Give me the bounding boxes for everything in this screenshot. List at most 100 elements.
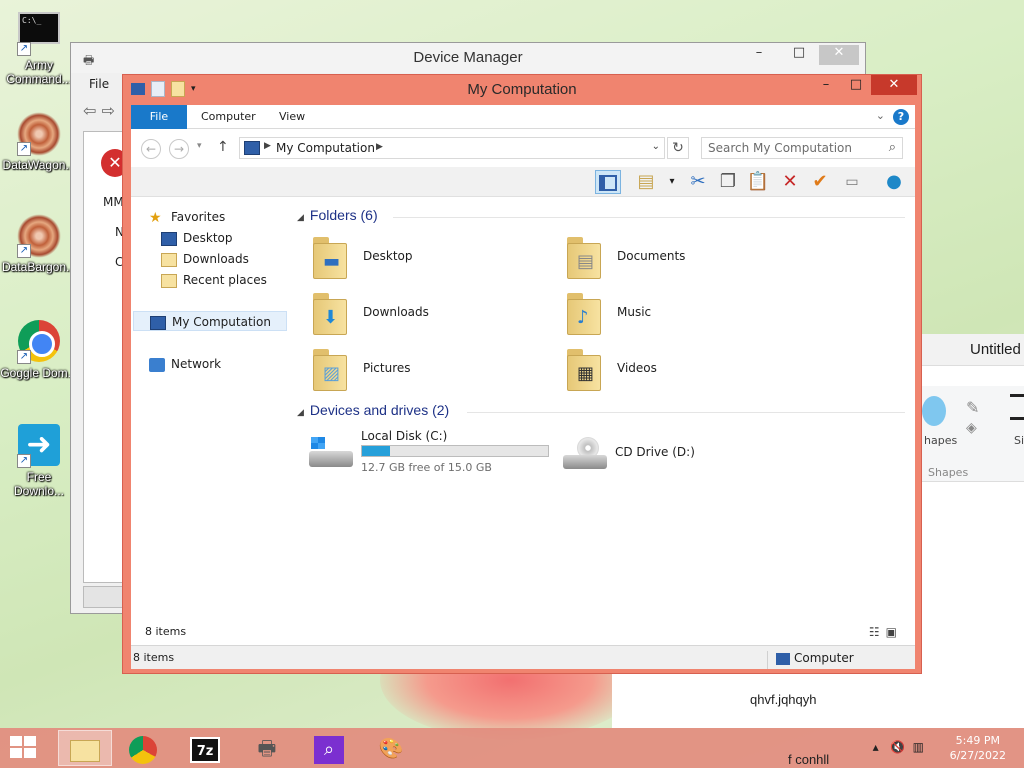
- tab-file[interactable]: File: [131, 105, 187, 129]
- show-hidden-icons[interactable]: ▴: [873, 740, 879, 754]
- tab-view[interactable]: View: [267, 105, 317, 129]
- folder-documents[interactable]: ▤ Documents: [563, 231, 803, 285]
- size-button-label[interactable]: Size: [1014, 434, 1024, 447]
- recent-places-icon: [161, 273, 177, 288]
- chevron-down-icon[interactable]: ⌄: [652, 141, 660, 152]
- fill-icon[interactable]: ◈: [966, 420, 977, 436]
- nav-item-recent-places[interactable]: Recent places: [161, 270, 267, 290]
- shortcut-arrow-icon: ↗: [17, 454, 31, 468]
- system-tray: ▴ 🔇 ▥: [873, 740, 924, 754]
- recent-locations-icon[interactable]: ▾: [197, 141, 202, 151]
- address-row: ← → ▾ ↑ ▶ My Computation ▶ ⌄ ↻ ⌕: [131, 129, 915, 167]
- tray-text: f conhll: [788, 752, 830, 767]
- desktop-icon-label: Goggle Dom...: [0, 366, 78, 380]
- desktop-icon-command[interactable]: C:\_ ↗ Army Command...: [0, 12, 78, 86]
- computer-icon: [244, 141, 260, 155]
- cut-icon[interactable]: ✂: [685, 170, 711, 194]
- command-toolbar: ▤ ▾ ✂ ❐ 📋 ✕ ✔ ▭ ●: [131, 167, 915, 197]
- start-button[interactable]: [10, 736, 38, 760]
- nav-item-network[interactable]: Network: [149, 354, 221, 374]
- drive-cd-d[interactable]: CD Drive (D:): [563, 429, 763, 481]
- folder-icon: ▦: [563, 345, 603, 391]
- computer-icon: [776, 652, 790, 665]
- shapes-button-label[interactable]: hapes: [924, 434, 957, 447]
- folder-icon: ⬇: [309, 289, 349, 335]
- command-prompt-icon: C:\_ ↗: [17, 12, 61, 56]
- folder-videos[interactable]: ▦ Videos: [563, 343, 803, 397]
- delete-icon[interactable]: ✕: [777, 170, 803, 194]
- folder-icon: ▨: [309, 345, 349, 391]
- paste-icon[interactable]: 📋: [745, 170, 771, 194]
- status-zone: Computer: [767, 651, 854, 669]
- checkmark-icon[interactable]: ✔: [807, 170, 833, 194]
- desktop-icon-chrome[interactable]: ↗ Goggle Dom...: [0, 320, 78, 380]
- globe-icon[interactable]: ●: [881, 170, 907, 194]
- search-box[interactable]: ⌕: [701, 137, 903, 159]
- collapse-icon[interactable]: ◢: [297, 407, 304, 417]
- speaker-muted-icon[interactable]: 🔇: [890, 740, 905, 754]
- folder-options-icon[interactable]: ▤: [633, 170, 659, 194]
- taskbar-device-manager[interactable]: 🖶: [240, 730, 294, 766]
- back-forward-icons[interactable]: ⇦ ⇨: [83, 101, 115, 120]
- minimize-button[interactable]: –: [739, 45, 779, 65]
- search-input[interactable]: [702, 138, 878, 158]
- folder-music[interactable]: ♪ Music: [563, 287, 803, 341]
- devices-group-header[interactable]: ◢ Devices and drives (2): [297, 402, 449, 418]
- breadcrumb-separator-icon[interactable]: ▶: [376, 142, 383, 152]
- explorer-window[interactable]: ▾ My Computation – □ ✕ File Computer Vie…: [122, 74, 922, 674]
- search-icon[interactable]: ⌕: [889, 140, 896, 155]
- close-button[interactable]: ✕: [871, 75, 917, 95]
- magnifier-icon: ⌕: [314, 735, 344, 764]
- nav-item-label: Favorites: [171, 210, 226, 224]
- back-button[interactable]: ←: [141, 139, 161, 159]
- tab-computer[interactable]: Computer: [189, 105, 268, 129]
- up-button[interactable]: ↑: [217, 139, 229, 155]
- taskbar-file-explorer[interactable]: [58, 730, 112, 766]
- view-toggle-icons[interactable]: ☷▣: [869, 625, 903, 639]
- device-manager-icon: 🖶: [257, 736, 277, 760]
- drive-local-disk-c[interactable]: Local Disk (C:) 12.7 GB free of 15.0 GB: [309, 429, 559, 481]
- address-bar[interactable]: ▶ My Computation ▶ ⌄: [239, 137, 665, 159]
- desktop-icon-databargon[interactable]: ↗ DataBargon...: [0, 214, 78, 274]
- nav-item-favorites[interactable]: ★ Favorites: [149, 207, 225, 227]
- chevron-down-icon[interactable]: ⌄: [876, 109, 885, 122]
- explorer-titlebar[interactable]: ▾ My Computation – □ ✕: [123, 75, 921, 105]
- folder-desktop[interactable]: ▬ Desktop: [309, 231, 549, 285]
- taskbar-magnifier[interactable]: ⌕: [302, 730, 356, 766]
- clock[interactable]: 5:49 PM 6/27/2022: [950, 733, 1006, 763]
- taskbar-chrome[interactable]: [116, 730, 170, 766]
- refresh-button[interactable]: ↻: [667, 137, 689, 159]
- copy-icon[interactable]: ❐: [715, 170, 741, 194]
- taskbar-paint[interactable]: 🎨: [364, 730, 418, 766]
- minimize-button[interactable]: –: [811, 75, 841, 95]
- desktop-icon-free-download[interactable]: ➜ ↗ Free Downlo...: [0, 424, 78, 498]
- folder-name: Music: [617, 305, 652, 319]
- desktop-icon-datawagon[interactable]: ↗ DataWagon...: [0, 112, 78, 172]
- folders-group-header[interactable]: ◢ Folders (6): [297, 207, 378, 223]
- device-manager-titlebar[interactable]: 🖶 Device Manager – □ ✕: [71, 43, 865, 73]
- close-button[interactable]: ✕: [819, 45, 859, 65]
- taskbar-7zip[interactable]: 7z: [178, 730, 232, 766]
- desktop-icon: [161, 231, 177, 246]
- breadcrumb[interactable]: My Computation: [276, 141, 375, 155]
- chevron-down-icon[interactable]: ▾: [659, 170, 685, 194]
- rename-icon[interactable]: ▭: [839, 170, 865, 194]
- folder-downloads[interactable]: ⬇ Downloads: [309, 287, 549, 341]
- size-icon: [1010, 394, 1024, 420]
- nav-item-my-computation[interactable]: My Computation: [133, 311, 287, 331]
- maximize-button[interactable]: □: [779, 45, 819, 65]
- nav-item-downloads[interactable]: Downloads: [161, 249, 249, 269]
- outline-icon[interactable]: ✎: [966, 398, 979, 417]
- help-icon[interactable]: ?: [893, 109, 909, 125]
- forward-button[interactable]: →: [169, 139, 189, 159]
- nav-item-desktop[interactable]: Desktop: [161, 228, 233, 248]
- shapes-group-label: Shapes: [928, 466, 969, 479]
- maximize-button[interactable]: □: [841, 75, 871, 95]
- file-explorer-icon: [70, 739, 100, 762]
- paint-ribbon[interactable]: hapes Shapes ✎ ◈ Size: [922, 386, 1024, 482]
- breadcrumb-separator-icon[interactable]: ▶: [264, 141, 271, 151]
- network-icon[interactable]: ▥: [913, 740, 924, 754]
- preview-pane-button[interactable]: [595, 170, 621, 194]
- folder-pictures[interactable]: ▨ Pictures: [309, 343, 549, 397]
- collapse-icon[interactable]: ◢: [297, 212, 304, 222]
